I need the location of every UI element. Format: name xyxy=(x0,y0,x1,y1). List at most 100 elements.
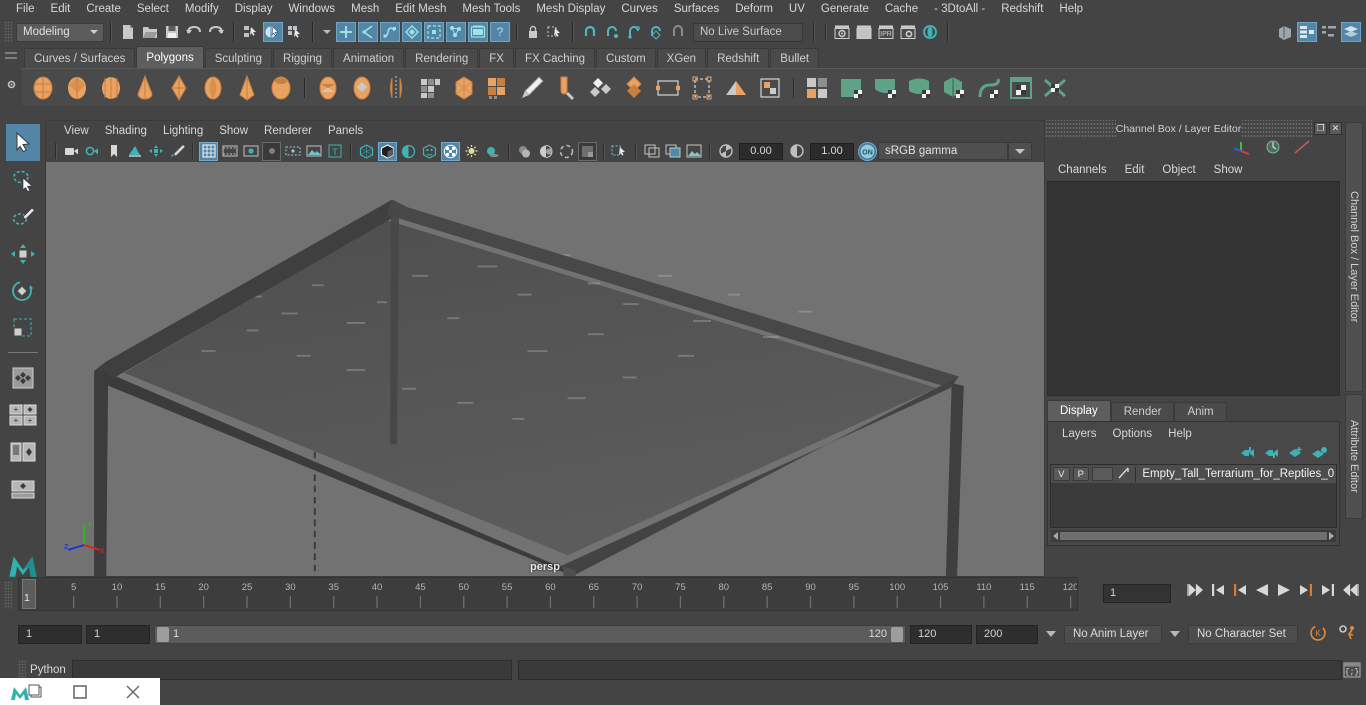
render-settings-gear-icon[interactable] xyxy=(898,22,918,42)
layer-tab-display[interactable]: Display xyxy=(1047,400,1111,421)
image-plane-icon[interactable] xyxy=(125,142,144,161)
open-scene-icon[interactable] xyxy=(140,22,160,42)
menu-deform[interactable]: Deform xyxy=(727,0,781,18)
range-slider-bar[interactable]: 1 120 xyxy=(154,624,906,644)
range-start-handle[interactable] xyxy=(157,626,169,642)
step-forward-keyframe-icon[interactable] xyxy=(1320,582,1336,601)
anim-layer-combo[interactable]: No Anim Layer xyxy=(1064,624,1162,644)
menu-uv[interactable]: UV xyxy=(781,0,813,18)
paint-select-tool[interactable] xyxy=(6,198,40,235)
play-backwards-icon[interactable] xyxy=(1254,582,1270,601)
range-end-handle[interactable] xyxy=(891,626,903,642)
construction-history-icon[interactable] xyxy=(602,22,622,42)
new-layer-from-selected-icon[interactable] xyxy=(1311,446,1327,463)
shelf-button-poly-cylinder[interactable] xyxy=(95,72,127,104)
viewport-menu-lighting[interactable]: Lighting xyxy=(155,125,211,137)
view-transform-dropdown[interactable] xyxy=(1008,142,1032,160)
select-by-hierarchy-icon[interactable] xyxy=(241,22,261,42)
film-origin-icon[interactable] xyxy=(283,142,302,161)
shelf-button-poly-smooth[interactable] xyxy=(584,72,616,104)
resolution-gate-icon[interactable] xyxy=(241,142,260,161)
persp-graph-layout[interactable] xyxy=(6,470,40,507)
node-editor-icon[interactable] xyxy=(1297,22,1317,42)
menu-file[interactable]: File xyxy=(8,0,43,18)
menu-cache[interactable]: Cache xyxy=(877,0,926,18)
menu-select[interactable]: Select xyxy=(129,0,177,18)
go-to-start-icon[interactable] xyxy=(1186,582,1204,601)
shelf-button-poly-quadrangulate[interactable] xyxy=(652,72,684,104)
shelf-button-poly-torus[interactable] xyxy=(163,72,195,104)
new-scene-icon[interactable] xyxy=(118,22,138,42)
render-settings-icon[interactable] xyxy=(468,22,488,42)
step-back-frame-icon[interactable] xyxy=(1232,582,1248,601)
viewport-menu-renderer[interactable]: Renderer xyxy=(256,125,320,137)
exposure-icon[interactable] xyxy=(716,142,735,161)
menu-edit-mesh[interactable]: Edit Mesh xyxy=(387,0,454,18)
scroll-left-arrow-icon[interactable] xyxy=(1053,532,1058,540)
menu-create[interactable]: Create xyxy=(78,0,129,18)
shadows-icon[interactable] xyxy=(483,142,502,161)
multisample-icon[interactable] xyxy=(578,141,597,161)
viewport-menu-panels[interactable]: Panels xyxy=(320,125,371,137)
channelbox-menu-channels[interactable]: Channels xyxy=(1049,164,1116,176)
shelf-tab-animation[interactable]: Animation xyxy=(333,48,405,68)
shelf-button-uv-optimize[interactable] xyxy=(1005,72,1037,104)
grid-toggle-icon[interactable] xyxy=(199,141,218,161)
manipulator-axis-icon[interactable] xyxy=(1232,139,1254,158)
shelf-tab-sculpting[interactable]: Sculpting xyxy=(204,48,273,68)
attribute-editor-icon[interactable] xyxy=(1319,22,1339,42)
new-layer-icon[interactable] xyxy=(1287,446,1303,463)
close-window-icon[interactable] xyxy=(107,678,160,705)
anim-start-time-field[interactable]: 1 xyxy=(86,624,150,644)
layer-list[interactable]: V P Empty_Tall_Terrarium_for_Reptiles_00 xyxy=(1050,464,1337,528)
undo-icon[interactable] xyxy=(184,22,204,42)
time-slider-grip[interactable] xyxy=(4,581,12,609)
auto-keyframe-icon[interactable]: K xyxy=(1308,624,1328,645)
layer-name[interactable]: Empty_Tall_Terrarium_for_Reptiles_00 xyxy=(1139,468,1334,480)
xray-icon[interactable] xyxy=(441,141,460,161)
exposure-field[interactable]: 0.00 xyxy=(739,142,783,160)
shelf-button-poly-cube[interactable] xyxy=(61,72,93,104)
four-view-layout[interactable]: + + + xyxy=(6,396,40,433)
step-forward-frame-icon[interactable] xyxy=(1298,582,1314,601)
command-language-label[interactable]: Python xyxy=(26,664,72,676)
slider-icon[interactable] xyxy=(1292,139,1312,158)
film-gate-icon[interactable] xyxy=(220,142,239,161)
make-live-icon[interactable] xyxy=(446,22,466,42)
construction-history-toggle-icon[interactable] xyxy=(624,22,644,42)
snap-to-grid-icon[interactable] xyxy=(336,22,356,42)
command-input-field[interactable] xyxy=(72,660,512,680)
viewport-menu-view[interactable]: View xyxy=(56,125,97,137)
menu-modify[interactable]: Modify xyxy=(177,0,227,18)
menu-edit[interactable]: Edit xyxy=(43,0,79,18)
menu-display[interactable]: Display xyxy=(227,0,281,18)
scroll-right-arrow-icon[interactable] xyxy=(1329,532,1334,540)
shelf-button-poly-bevel[interactable] xyxy=(414,72,446,104)
snap-to-point-icon[interactable] xyxy=(380,22,400,42)
layer-menu-layers[interactable]: Layers xyxy=(1054,428,1105,440)
shelf-tab-fx-caching[interactable]: FX Caching xyxy=(514,48,596,68)
gamma-field[interactable]: 1.00 xyxy=(810,142,854,160)
outliner-icon[interactable] xyxy=(1275,22,1295,42)
end-time-field[interactable]: 200 xyxy=(976,624,1038,644)
gamma-icon[interactable] xyxy=(787,142,806,161)
highlight-selection-icon[interactable] xyxy=(545,22,565,42)
channel-box-list[interactable] xyxy=(1047,181,1340,396)
step-back-keyframe-icon[interactable] xyxy=(1210,582,1226,601)
ipr-render-icon[interactable]: IPR xyxy=(876,22,896,42)
layer-tab-anim[interactable]: Anim xyxy=(1174,402,1227,421)
layer-color-swatch[interactable] xyxy=(1092,467,1114,481)
shelf-button-poly-pipe[interactable] xyxy=(265,72,297,104)
shelf-button-poly-multicut[interactable] xyxy=(516,72,548,104)
color-management-toggle[interactable]: ON xyxy=(858,141,877,161)
shelf-button-poly-cone[interactable] xyxy=(129,72,161,104)
help-icon[interactable]: ? xyxy=(490,22,510,42)
viewport-3d-canvas[interactable]: y x z persp xyxy=(46,162,1044,576)
shelf-button-poly-triangulate[interactable] xyxy=(686,72,718,104)
gate-mask-icon[interactable] xyxy=(262,141,281,161)
shelf-button-poly-separate[interactable] xyxy=(346,72,378,104)
live-surface-field[interactable]: No Live Surface xyxy=(693,22,803,42)
maya-app-icon[interactable] xyxy=(0,678,53,705)
wireframe-shade-icon[interactable] xyxy=(357,142,376,161)
channelbox-menu-edit[interactable]: Edit xyxy=(1116,164,1154,176)
